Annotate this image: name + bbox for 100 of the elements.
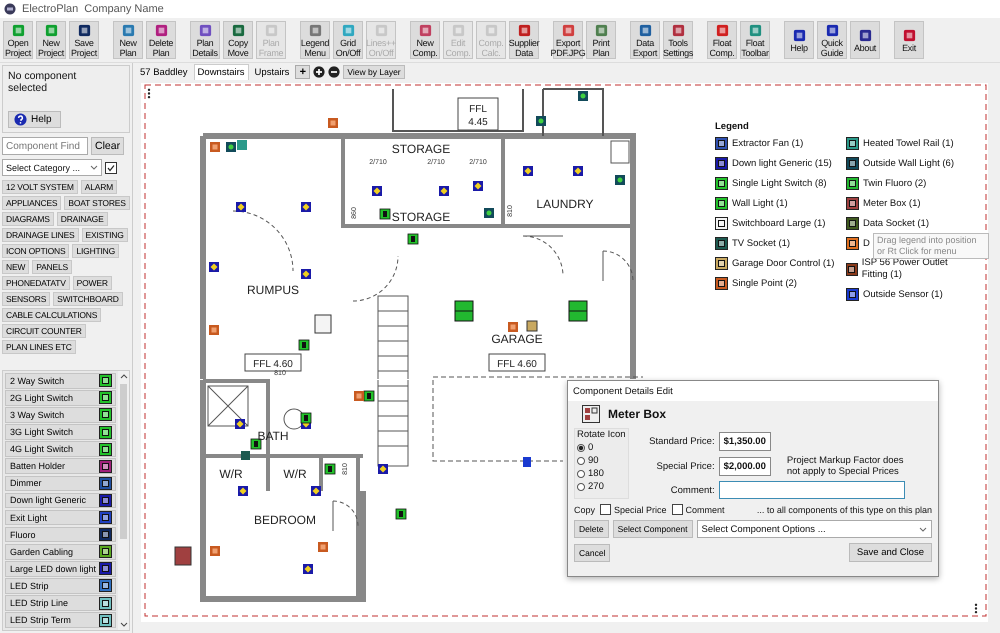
toolbar-button[interactable]: Delete Plan: [146, 21, 176, 59]
room-label: BEDROOM: [254, 513, 316, 527]
rotate-option[interactable]: 270: [577, 481, 626, 492]
component-find-field[interactable]: Component Find: [2, 137, 88, 155]
toolbar-button[interactable]: Export PDF.JPG: [553, 21, 583, 59]
dropdown-icon: [90, 165, 98, 170]
category-button[interactable]: NEW: [2, 260, 30, 274]
component-item[interactable]: 3G Light Switch: [5, 424, 116, 440]
category-button[interactable]: POWER: [72, 276, 112, 290]
toolbar-button[interactable]: Copy Move: [223, 21, 253, 59]
category-button[interactable]: DRAINAGE LINES: [2, 228, 79, 242]
component-item[interactable]: Down light Generic: [5, 492, 116, 508]
component-item[interactable]: 4G Light Switch: [5, 441, 116, 457]
category-button[interactable]: ICON OPTIONS: [2, 244, 70, 258]
special-price-field[interactable]: $2,000.00: [718, 456, 771, 476]
copy-checkbox[interactable]: Special Price: [600, 504, 667, 515]
category-checkbox[interactable]: [105, 162, 117, 174]
toolbar-button[interactable]: Save Project: [69, 21, 99, 59]
component-item[interactable]: Batten Holder: [5, 458, 116, 474]
copy-checkbox[interactable]: Comment: [672, 504, 725, 515]
clear-button[interactable]: Clear: [91, 137, 124, 155]
toolbar-icon: [714, 22, 730, 38]
component-item[interactable]: Exit Light: [5, 510, 116, 526]
comment-field[interactable]: [718, 481, 905, 499]
toolbar-button[interactable]: Plan Details: [190, 21, 220, 59]
component-item[interactable]: Large LED down light: [5, 561, 116, 577]
legend-title: Legend: [715, 121, 750, 132]
component-item[interactable]: Dimmer: [5, 476, 116, 492]
toolbar-button[interactable]: Float Comp.: [707, 21, 737, 59]
standard-price-field[interactable]: $1,350.00: [718, 432, 771, 451]
app-title: ElectroPlan: [22, 3, 78, 15]
component-item[interactable]: LED Strip Term: [5, 612, 116, 628]
add-plan-button[interactable]: +: [295, 65, 310, 79]
save-and-close-button[interactable]: Save and Close: [848, 543, 932, 562]
plan-tab[interactable]: Upstairs: [252, 64, 292, 80]
category-button[interactable]: EXISTING: [82, 228, 128, 242]
category-button[interactable]: SENSORS: [2, 292, 50, 306]
component-item[interactable]: Garden Cabling: [5, 544, 116, 560]
help-button[interactable]: Help: [8, 111, 61, 128]
toolbar-button[interactable]: Print Plan: [586, 21, 616, 59]
legend-label: Wall Light (1): [732, 198, 788, 210]
category-button[interactable]: APPLIANCES: [2, 196, 62, 210]
category-button[interactable]: PHONEDATATV: [2, 276, 70, 290]
legend-label: Outside Sensor (1): [863, 288, 943, 300]
toolbar-button[interactable]: Legend Menu: [300, 21, 330, 59]
toolbar-button[interactable]: Supplier Data: [509, 21, 539, 59]
toolbar-button[interactable]: New Plan: [113, 21, 143, 59]
toolbar-icon: [450, 22, 466, 38]
select-component-button[interactable]: Select Component: [612, 520, 693, 538]
component-item[interactable]: LED Strip Line: [5, 595, 116, 611]
category-button[interactable]: PANELS: [32, 260, 72, 274]
delete-button[interactable]: Delete: [574, 520, 609, 538]
component-item[interactable]: LED Strip: [5, 578, 116, 594]
legend-label: Switchboard Large (1): [732, 218, 826, 230]
scrollbar[interactable]: [118, 371, 129, 630]
toolbar-icon: [792, 28, 806, 42]
toolbar-button[interactable]: New Comp.: [410, 21, 440, 59]
category-button[interactable]: BOAT STORES: [64, 196, 130, 210]
menu-icon[interactable]: [147, 88, 151, 99]
toolbar-button[interactable]: Help: [784, 21, 814, 59]
toolbar-button[interactable]: About: [850, 21, 880, 59]
toolbar-button[interactable]: Open Project: [3, 21, 33, 59]
category-button[interactable]: CIRCUIT COUNTER: [2, 324, 86, 338]
toolbar-icon: [594, 22, 608, 38]
category-button[interactable]: ALARM: [80, 180, 118, 194]
rotate-option[interactable]: 180: [577, 468, 626, 479]
toolbar-button[interactable]: Data Export: [630, 21, 660, 59]
standard-price-label: Standard Price:: [648, 436, 715, 447]
category-button[interactable]: PLAN LINES ETC: [2, 340, 76, 354]
toolbar-button[interactable]: New Project: [36, 21, 66, 59]
toolbar-button[interactable]: Grid On/Off: [333, 21, 363, 59]
category-button[interactable]: LIGHTING: [72, 244, 120, 258]
category-button[interactable]: DIAGRAMS: [2, 212, 54, 226]
category-button[interactable]: CABLE CALCULATIONS: [2, 308, 102, 322]
component-item[interactable]: 2 Way Switch: [5, 373, 116, 389]
plan-tab[interactable]: Downstairs: [194, 64, 249, 80]
category-button[interactable]: SWITCHBOARD: [53, 292, 123, 306]
toolbar-button[interactable]: Exit: [894, 21, 924, 59]
toolbar-button[interactable]: Float Toolbar: [740, 21, 770, 59]
zoom-in-icon[interactable]: [313, 66, 326, 78]
toolbar-button[interactable]: Tools Settings: [663, 21, 693, 59]
rotate-option[interactable]: 0: [577, 442, 626, 453]
component-item[interactable]: 2G Light Switch: [5, 390, 116, 406]
plan-tab[interactable]: 57 Baddley: [137, 64, 191, 80]
cancel-button[interactable]: Cancel: [574, 544, 610, 562]
category-button[interactable]: 12 VOLT SYSTEM: [2, 180, 78, 194]
room-label: STORAGE: [392, 142, 450, 156]
category-button[interactable]: DRAINAGE: [56, 212, 108, 226]
rotate-option[interactable]: 90: [577, 455, 626, 466]
toolbar-button[interactable]: Quick Guide: [817, 21, 847, 59]
scroll-down-icon[interactable]: [120, 622, 128, 627]
component-item[interactable]: Fluoro: [5, 526, 116, 542]
scroll-up-icon[interactable]: [120, 374, 128, 379]
component-options-select[interactable]: Select Component Options ...: [696, 520, 932, 538]
menu-icon[interactable]: [974, 603, 978, 614]
view-by-layer-button[interactable]: View by Layer: [343, 65, 405, 79]
toolbar-icon: [484, 22, 498, 38]
category-select[interactable]: Select Category ...: [2, 159, 102, 176]
component-item[interactable]: 3 Way Switch: [5, 407, 116, 423]
zoom-out-icon[interactable]: [328, 66, 340, 78]
